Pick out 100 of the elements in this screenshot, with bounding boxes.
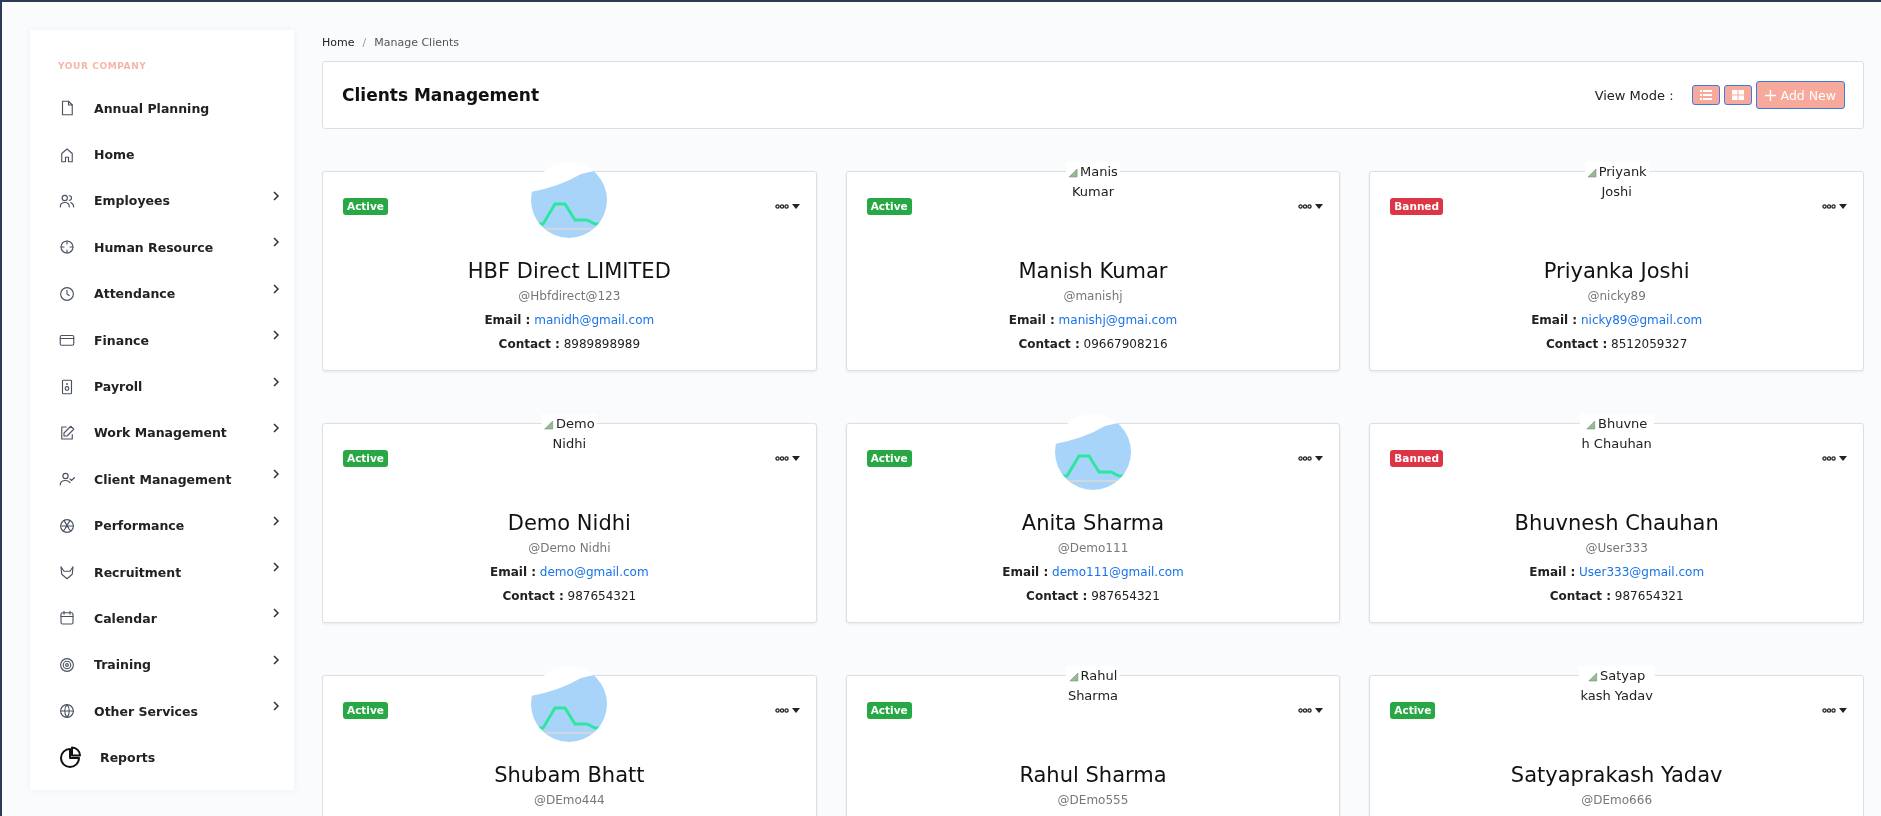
broken-image-icon <box>1586 167 1597 178</box>
contact-line: Contact : 987654321 <box>1026 589 1160 603</box>
caret-down-icon <box>1315 204 1324 209</box>
contact-line: Contact : 987654321 <box>502 589 637 603</box>
status-badge: Active <box>866 450 912 467</box>
caret-down-icon <box>1315 708 1324 713</box>
fox-icon <box>58 563 76 582</box>
more-menu-button[interactable] <box>774 456 800 461</box>
broken-image-icon <box>1588 671 1599 682</box>
more-menu-button[interactable] <box>1822 456 1847 461</box>
client-name: Demo Nidhi <box>507 511 631 535</box>
email-link[interactable]: User333@gmail.com <box>1579 565 1705 579</box>
client-username: @DEmo555 <box>1057 793 1129 807</box>
client-username: @Demo Nidhi <box>528 541 611 555</box>
email-line: Email : manishj@gmai.com <box>1008 313 1178 327</box>
email-link[interactable]: demo@gmail.com <box>539 565 649 579</box>
caret-down-icon <box>1839 708 1847 713</box>
more-icon <box>774 708 789 713</box>
more-icon <box>1822 204 1836 209</box>
more-icon <box>774 204 789 209</box>
status-badge: Active <box>866 198 912 215</box>
more-icon <box>1298 456 1313 461</box>
sidebar-item[interactable]: Reports <box>58 734 280 781</box>
more-menu-button[interactable] <box>774 708 800 713</box>
broken-image-icon <box>1068 671 1079 682</box>
breadcrumb-link[interactable]: Home <box>322 36 355 49</box>
grid-view-button[interactable] <box>1723 85 1752 105</box>
client-username: @manishj <box>1063 289 1123 303</box>
page-title: Clients Management <box>342 85 540 105</box>
contact-line: Contact : 8512059327 <box>1545 337 1688 351</box>
sidebar-item[interactable]: Work Management <box>58 409 280 457</box>
more-icon <box>1822 456 1836 461</box>
list-view-button[interactable] <box>1691 85 1720 105</box>
client-name: Shubam Bhatt <box>494 763 645 787</box>
email-link[interactable]: manishj@gmai.com <box>1058 313 1178 327</box>
sidebar-item[interactable]: Annual Planning <box>58 85 280 132</box>
caret-down-icon <box>791 204 800 209</box>
sidebar-item[interactable]: Calendar <box>58 595 280 642</box>
client-username: @Hbfdirect@123 <box>518 289 621 303</box>
contact-line: Contact : 8989898989 <box>498 337 641 351</box>
edit-icon <box>58 423 76 442</box>
sidebar-item[interactable]: Attendance <box>58 270 280 317</box>
client-name: Bhuvnesh Chauhan <box>1514 511 1719 535</box>
more-menu-button[interactable] <box>1298 456 1324 461</box>
sidebar-item[interactable]: Client Management <box>58 456 280 503</box>
client-username: @nicky89 <box>1587 289 1646 303</box>
sidebar-item[interactable]: Home <box>58 131 280 178</box>
client-name: Rahul Sharma <box>1019 763 1167 787</box>
sidebar-item[interactable]: Finance <box>58 316 280 364</box>
broken-image-icon <box>1068 167 1079 178</box>
client-name: Anita Sharma <box>1021 511 1165 535</box>
grid-icon <box>1731 90 1744 100</box>
more-icon <box>1298 708 1313 713</box>
breadcrumb-current: Manage Clients <box>374 36 459 49</box>
client-name: HBF Direct LIMITED <box>467 259 671 283</box>
list-icon <box>1699 90 1712 100</box>
more-menu-button[interactable] <box>1298 708 1324 713</box>
company-label: YOUR COMPANY <box>58 61 147 71</box>
status-badge: Active <box>343 198 388 215</box>
more-icon <box>1822 708 1836 713</box>
status-badge: Active <box>343 702 388 719</box>
globe-icon <box>58 702 76 721</box>
caret-down-icon <box>1315 456 1324 461</box>
status-badge: Active <box>866 702 912 719</box>
email-line: Email : User333@gmail.com <box>1529 565 1705 579</box>
email-link[interactable]: demo111@gmail.com <box>1052 565 1184 579</box>
sidebar-item[interactable]: Payroll <box>58 363 280 410</box>
more-icon <box>1298 204 1313 209</box>
more-menu-button[interactable] <box>1822 204 1847 209</box>
email-line: Email : nicky89@gmail.com <box>1531 313 1703 327</box>
aperture-icon <box>58 516 76 535</box>
sidebar-item[interactable]: Recruitment <box>58 548 280 596</box>
breadcrumb-separator: / <box>362 36 367 49</box>
contact-line: Contact : 09667908216 <box>1018 337 1168 351</box>
status-badge: Active <box>343 450 388 467</box>
email-link[interactable]: nicky89@gmail.com <box>1580 313 1703 327</box>
sidebar-item[interactable]: Other Services <box>58 688 280 735</box>
sidebar-item[interactable]: Human Resource <box>58 224 280 271</box>
calendar-icon <box>58 609 76 628</box>
caret-down-icon <box>1839 204 1847 209</box>
status-badge: Active <box>1390 702 1436 719</box>
contact-line: Contact : 987654321 <box>1549 589 1684 603</box>
email-link[interactable]: manidh@gmail.com <box>534 313 655 327</box>
client-name: Satyaprakash Yadav <box>1510 763 1723 787</box>
email-line: Email : demo111@gmail.com <box>1002 565 1184 579</box>
more-menu-button[interactable] <box>1822 708 1847 713</box>
view-mode-label: View Mode : <box>1594 87 1674 103</box>
broken-image-icon <box>544 419 554 430</box>
status-badge: Banned <box>1390 450 1443 467</box>
sidebar-item[interactable]: Performance <box>58 502 280 549</box>
client-username: @DEmo444 <box>533 793 605 807</box>
caret-down-icon <box>791 456 800 461</box>
sidebar-item[interactable]: Training <box>58 641 280 689</box>
more-menu-button[interactable] <box>1298 204 1324 209</box>
sidebar-item[interactable]: Employees <box>58 177 280 225</box>
more-icon <box>774 456 789 461</box>
user-check-icon <box>58 470 76 489</box>
client-name: Priyanka Joshi <box>1543 259 1690 283</box>
more-menu-button[interactable] <box>774 204 800 209</box>
email-line: Email : manidh@gmail.com <box>484 313 655 327</box>
